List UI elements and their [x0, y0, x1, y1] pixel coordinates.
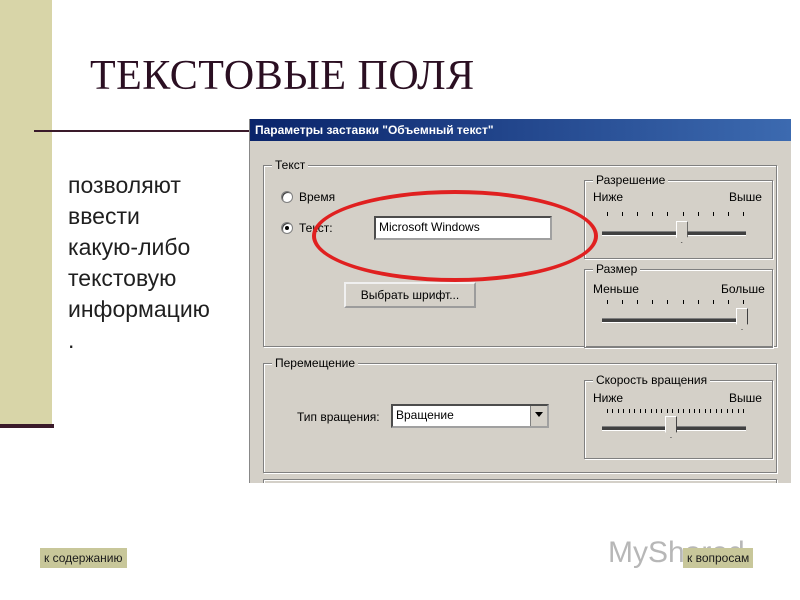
choose-font-button[interactable]: Выбрать шрифт... — [344, 282, 476, 308]
text-radio[interactable] — [281, 222, 293, 234]
speed-group-label: Скорость вращения — [593, 373, 711, 387]
movement-group-label: Перемещение — [272, 356, 358, 370]
time-radio[interactable] — [281, 191, 293, 203]
description-line: текстовую — [68, 265, 177, 291]
rotation-type-select[interactable]: Вращение — [391, 404, 549, 428]
speed-min-label: Ниже — [593, 391, 624, 405]
highlight-ellipse — [312, 190, 598, 282]
description-line: какую-либо — [68, 234, 191, 260]
size-ticks — [607, 300, 744, 304]
size-max-label: Больше — [721, 282, 765, 296]
speed-max-label: Выше — [729, 391, 762, 405]
rotation-type-label: Тип вращения: — [297, 410, 380, 424]
slide-title: ТЕКСТОВЫЕ ПОЛЯ — [90, 53, 475, 99]
resolution-group-label: Разрешение — [593, 173, 669, 187]
description-line: . — [68, 327, 75, 353]
title-underline — [34, 130, 249, 132]
size-slider-track[interactable] — [602, 318, 746, 323]
resolution-slider-track[interactable] — [602, 231, 746, 236]
speed-ticks — [607, 409, 744, 413]
text-group-label: Текст — [272, 158, 309, 172]
chevron-down-icon[interactable] — [530, 406, 547, 426]
resolution-min-label: Ниже — [593, 190, 624, 204]
size-group-label: Размер — [593, 262, 641, 276]
size-min-label: Меньше — [593, 282, 639, 296]
dialog-title: Параметры заставки "Объемный текст" — [250, 119, 791, 141]
left-decor-underline — [0, 424, 54, 428]
resolution-max-label: Выше — [729, 190, 762, 204]
description-line: информацию — [68, 296, 210, 322]
to-questions-button[interactable]: к вопросам — [683, 548, 754, 568]
rotation-type-value: Вращение — [396, 408, 454, 422]
resolution-ticks — [607, 212, 744, 216]
back-to-contents-button[interactable]: к содержанию — [40, 548, 127, 568]
next-group-edge — [263, 479, 777, 483]
description-line: ввести — [68, 203, 140, 229]
left-decor-bar — [0, 0, 52, 425]
slide-description: позволяют ввести какую-либо текстовую ин… — [68, 170, 240, 356]
time-radio-label: Время — [299, 190, 336, 204]
description-line: позволяют — [68, 172, 181, 198]
screensaver-settings-dialog: Параметры заставки "Объемный текст" Текс… — [249, 119, 791, 483]
